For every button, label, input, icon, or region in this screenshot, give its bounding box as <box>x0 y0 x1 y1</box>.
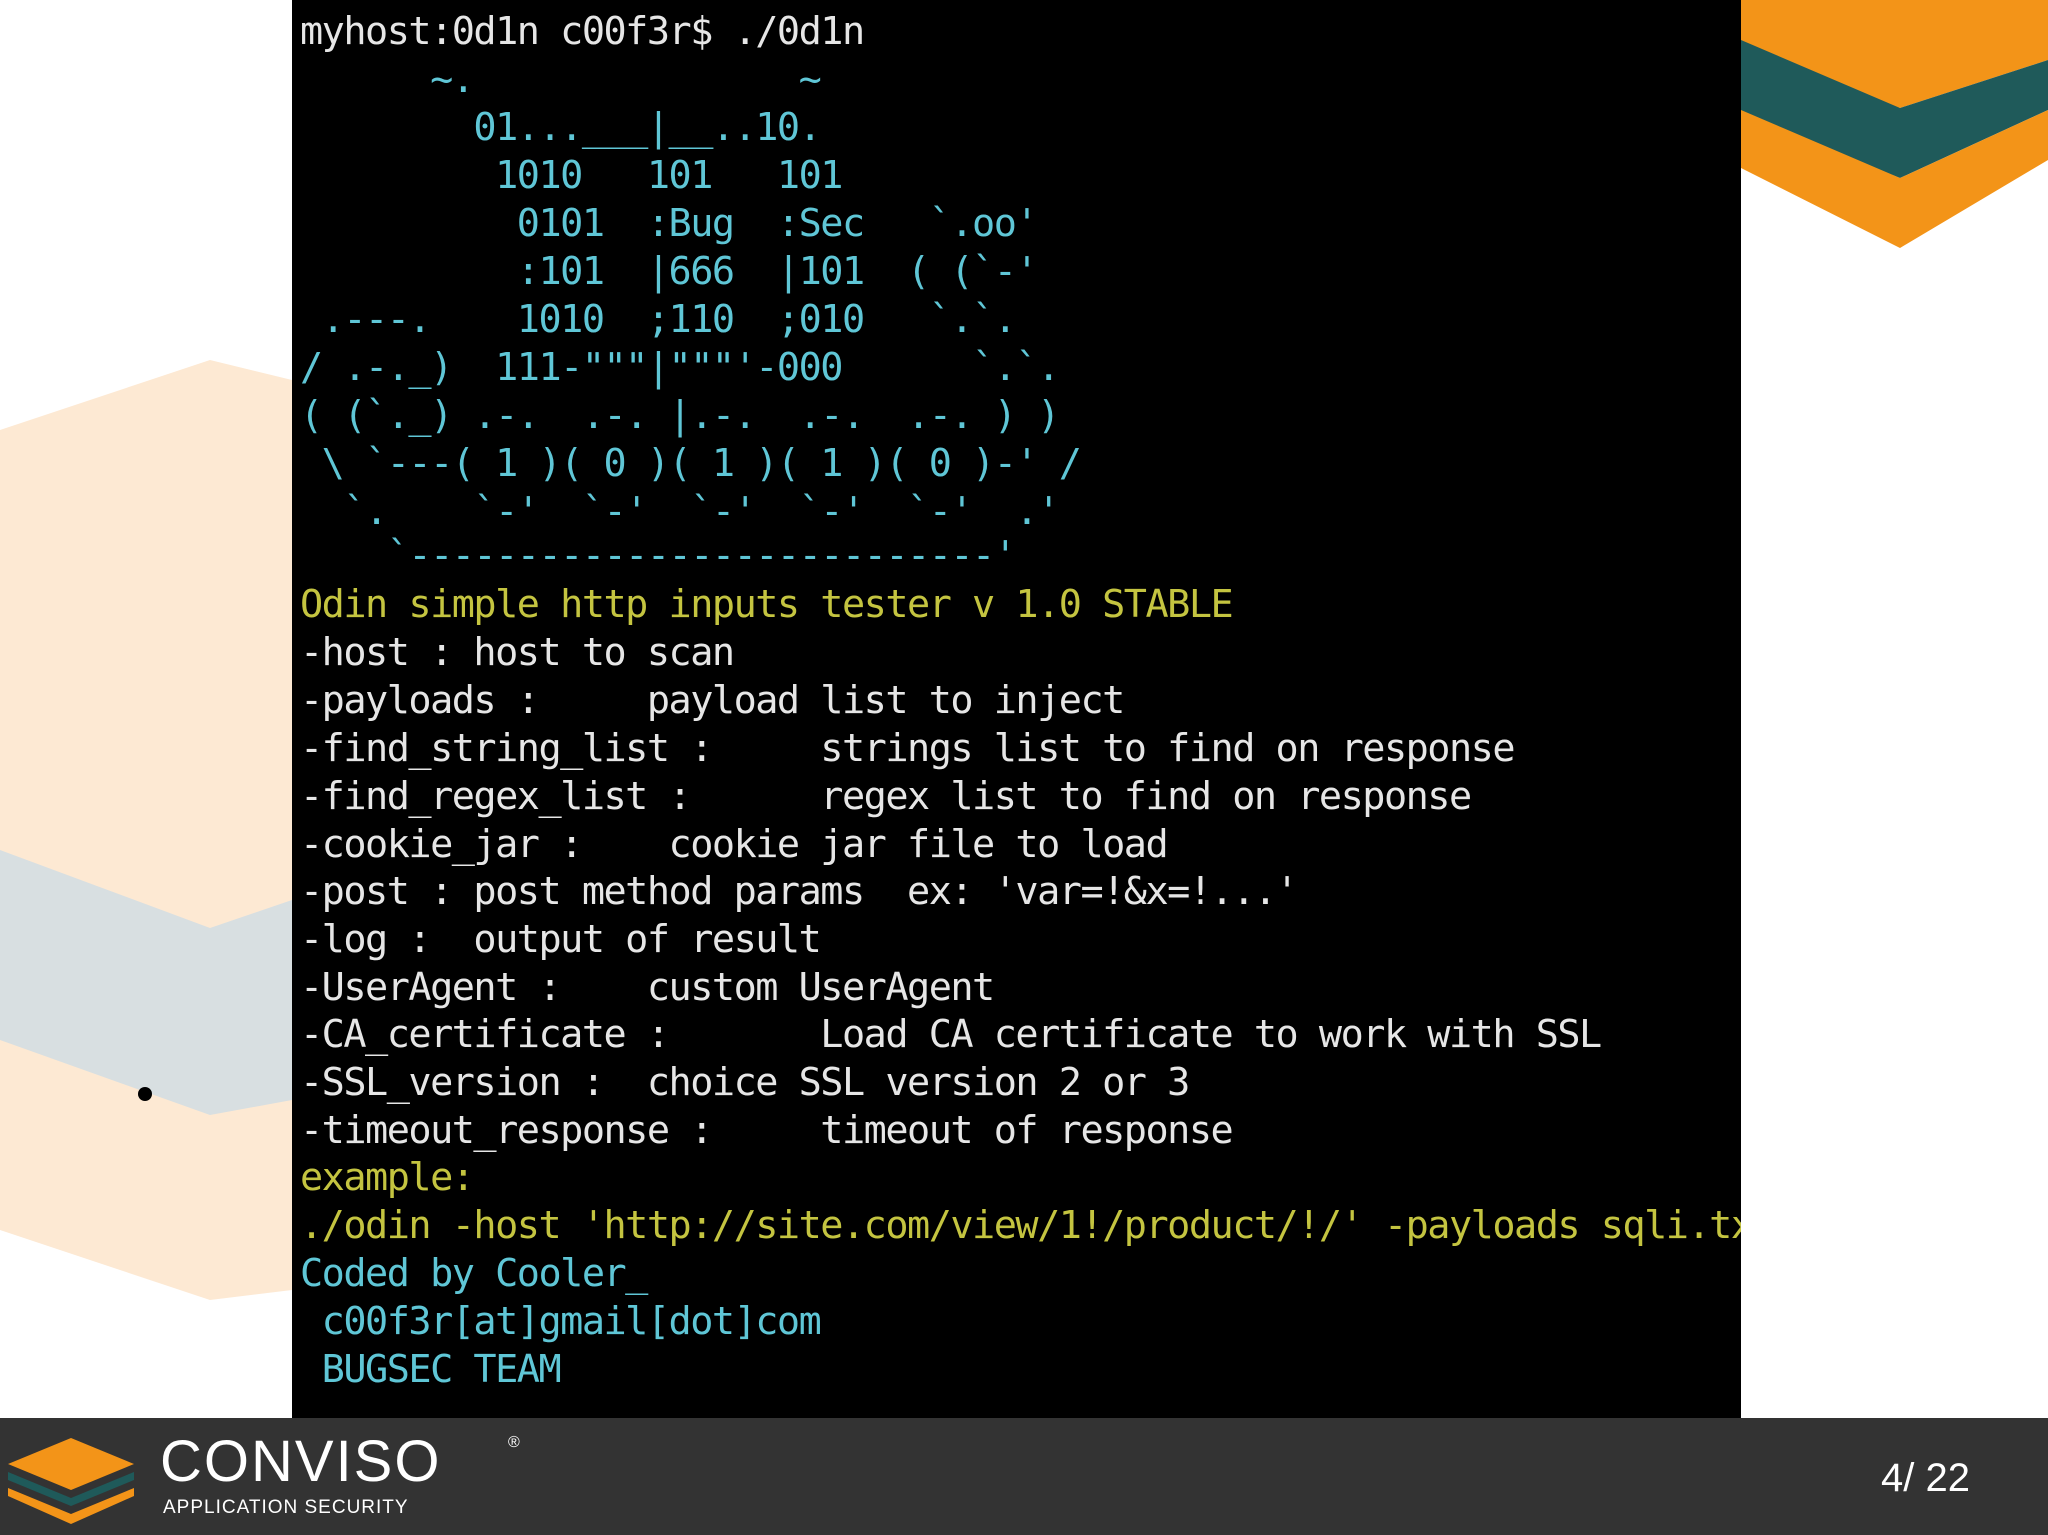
page-number: 4/ 22 <box>1881 1456 1970 1500</box>
ascii-art-line: .---. 1010 ;110 ;010 `.`. <box>300 297 1017 342</box>
ascii-art-line: 1010 101 101 <box>300 153 843 198</box>
registered-mark: ® <box>508 1434 520 1451</box>
terminal-prompt-line: myhost:0d1n c00f3r$ ./0d1n <box>300 9 865 54</box>
help-option-line: -payloads : payload list to inject <box>300 678 1125 723</box>
help-option-line: -CA_certificate : Load CA certificate to… <box>300 1012 1602 1057</box>
help-option-line: -find_regex_list : regex list to find on… <box>300 774 1472 819</box>
ascii-art-line: `---------------------------' <box>300 533 1017 578</box>
terminal-screenshot: myhost:0d1n c00f3r$ ./0d1n ~. ~ 01...___… <box>292 0 1741 1418</box>
help-option-line: -post : post method params ex: 'var=!&x=… <box>300 869 1299 914</box>
slide-footer: CONVISO ® APPLICATION SECURITY 4/ 22 <box>0 1418 2048 1535</box>
help-option-line: -find_string_list : strings list to find… <box>300 726 1516 771</box>
credits-email-line: c00f3r[at]gmail[dot]com <box>300 1299 822 1344</box>
help-option-line: -timeout_response : timeout of response <box>300 1108 1234 1153</box>
credits-line: Coded by Cooler_ <box>300 1251 648 1296</box>
ascii-art-line: \ `---( 1 )( 0 )( 1 )( 1 )( 0 )-' / <box>300 441 1082 486</box>
conviso-logo-icon <box>8 1438 134 1524</box>
ascii-art-line: / .-._) 111-"""|"""'-000 `.`. <box>300 345 1060 390</box>
ascii-art-line: :101 |666 |101 ( (`-' <box>300 249 1039 294</box>
ascii-art-line: ( (`._) .-. .-. |.-. .-. .-. ) ) <box>300 393 1060 438</box>
example-command-line: ./odin -host 'http://site.com/view/1!/pr… <box>300 1203 1741 1248</box>
ascii-art-line: ~. ~ <box>300 57 822 102</box>
credits-team-line: BUGSEC TEAM <box>300 1347 562 1392</box>
help-option-line: -cookie_jar : cookie jar file to load <box>300 822 1169 867</box>
ascii-art-line: 01...___|__..10. <box>300 105 821 150</box>
help-option-line: -host : host to scan <box>300 630 735 675</box>
help-option-line: -log : output of result <box>300 917 822 962</box>
ascii-art-line: 0101 :Bug :Sec `.oo' <box>300 201 1039 246</box>
left-hexagon-beige <box>0 360 292 1300</box>
brand-name: CONVISO <box>160 1429 442 1494</box>
help-option-line: -SSL_version : choice SSL version 2 or 3 <box>300 1060 1190 1105</box>
help-option-line: -UserAgent : custom UserAgent <box>300 965 995 1010</box>
tool-title-line: Odin simple http inputs tester v 1.0 STA… <box>300 582 1234 627</box>
example-heading-line: example: <box>300 1155 475 1200</box>
brand-tagline: APPLICATION SECURITY <box>163 1497 409 1518</box>
ascii-art-line: `. `-' `-' `-' `-' `-' .' <box>300 489 1060 534</box>
bullet-point <box>138 1087 152 1101</box>
